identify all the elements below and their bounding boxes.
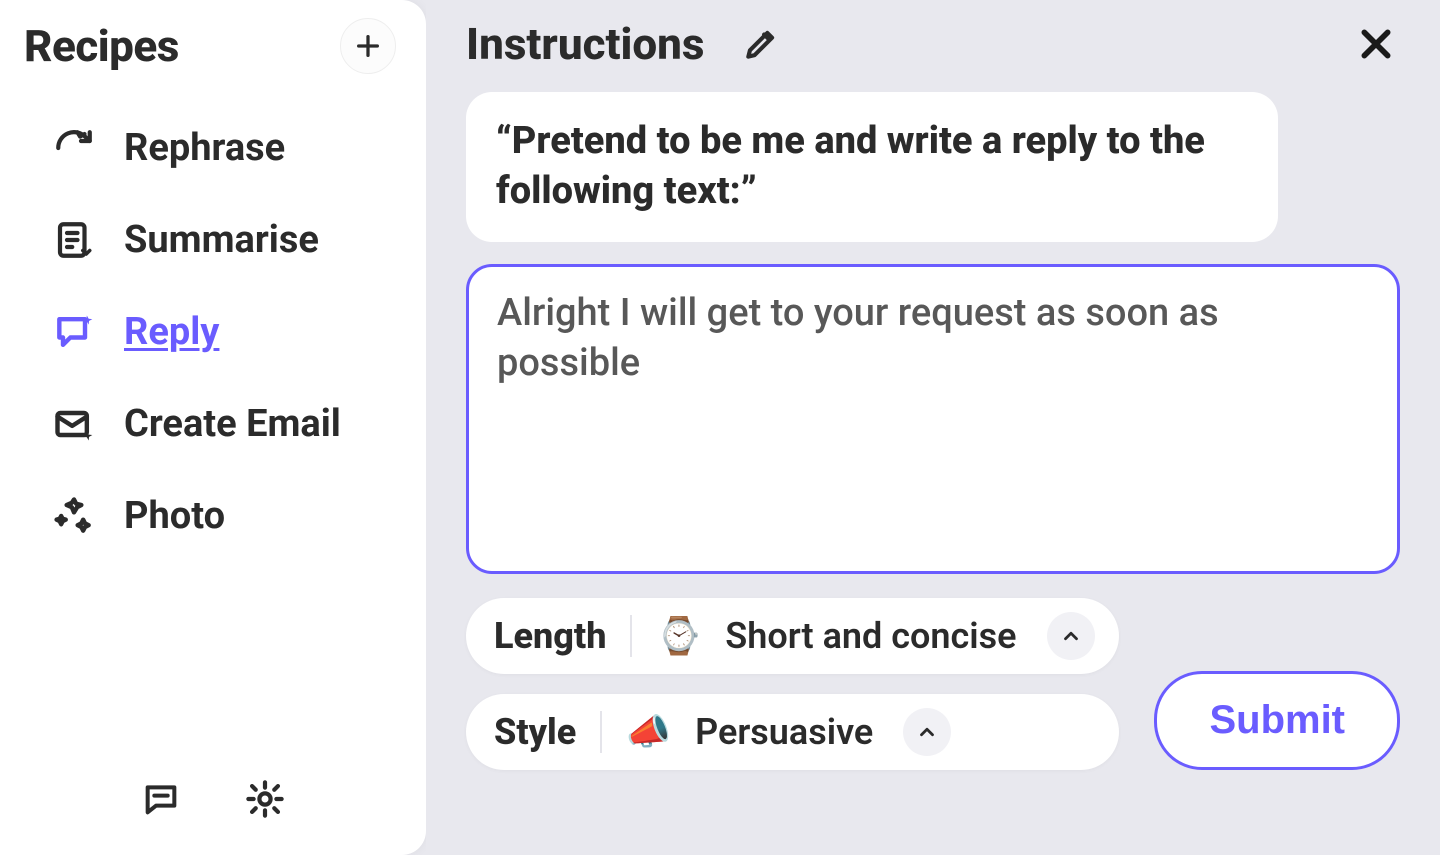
length-value: Short and concise bbox=[725, 615, 1016, 657]
controls-column: Length ⌚ Short and concise Style 📣 Persu… bbox=[466, 598, 1119, 770]
instructions-header: Instructions bbox=[466, 18, 1400, 92]
photo-icon bbox=[50, 492, 98, 540]
sidebar-item-label: Rephrase bbox=[124, 126, 285, 170]
controls-row: Length ⌚ Short and concise Style 📣 Persu… bbox=[466, 598, 1400, 770]
plus-icon bbox=[354, 32, 382, 60]
chevron-up-icon bbox=[903, 708, 951, 756]
reply-input[interactable] bbox=[466, 264, 1400, 574]
close-icon bbox=[1356, 24, 1396, 64]
sidebar-item-label: Summarise bbox=[124, 218, 319, 262]
sidebar-footer bbox=[0, 759, 426, 841]
style-selector[interactable]: Style 📣 Persuasive bbox=[466, 694, 1119, 770]
close-button[interactable] bbox=[1352, 20, 1400, 68]
sidebar-item-photo[interactable]: Photo bbox=[40, 470, 408, 562]
sidebar-item-reply[interactable]: Reply bbox=[40, 286, 408, 378]
chevron-up-icon bbox=[1047, 612, 1095, 660]
sidebar-item-label: Reply bbox=[124, 310, 219, 354]
length-selector[interactable]: Length ⌚ Short and concise bbox=[466, 598, 1119, 674]
megaphone-icon: 📣 bbox=[626, 711, 671, 753]
gear-icon bbox=[244, 778, 286, 820]
watch-icon: ⌚ bbox=[656, 615, 701, 657]
sidebar-item-rephrase[interactable]: Rephrase bbox=[40, 102, 408, 194]
prompt-text: “Pretend to be me and write a reply to t… bbox=[466, 92, 1278, 242]
chat-icon bbox=[141, 779, 181, 819]
length-label: Length bbox=[494, 615, 632, 657]
sidebar-item-create-email[interactable]: Create Email bbox=[40, 378, 408, 470]
add-recipe-button[interactable] bbox=[340, 18, 396, 74]
email-icon bbox=[50, 400, 98, 448]
rephrase-icon bbox=[50, 124, 98, 172]
chat-button[interactable] bbox=[137, 775, 185, 823]
recipes-sidebar: Recipes Rephrase Summarise Reply bbox=[0, 0, 426, 855]
edit-instructions-button[interactable] bbox=[739, 22, 783, 66]
sidebar-item-label: Create Email bbox=[124, 402, 341, 446]
style-label: Style bbox=[494, 711, 602, 753]
sidebar-title: Recipes bbox=[24, 20, 179, 72]
style-value: Persuasive bbox=[695, 711, 873, 753]
summarise-icon bbox=[50, 216, 98, 264]
instructions-panel: Instructions “Pretend to be me and write… bbox=[426, 0, 1440, 855]
sidebar-item-label: Photo bbox=[124, 494, 225, 538]
recipes-list: Rephrase Summarise Reply Create Email Ph bbox=[0, 94, 426, 759]
sidebar-item-summarise[interactable]: Summarise bbox=[40, 194, 408, 286]
pencil-icon bbox=[742, 25, 780, 63]
submit-button[interactable]: Submit bbox=[1154, 671, 1400, 770]
instructions-title: Instructions bbox=[466, 18, 705, 70]
sidebar-header: Recipes bbox=[0, 18, 426, 94]
settings-button[interactable] bbox=[241, 775, 289, 823]
reply-icon bbox=[50, 308, 98, 356]
